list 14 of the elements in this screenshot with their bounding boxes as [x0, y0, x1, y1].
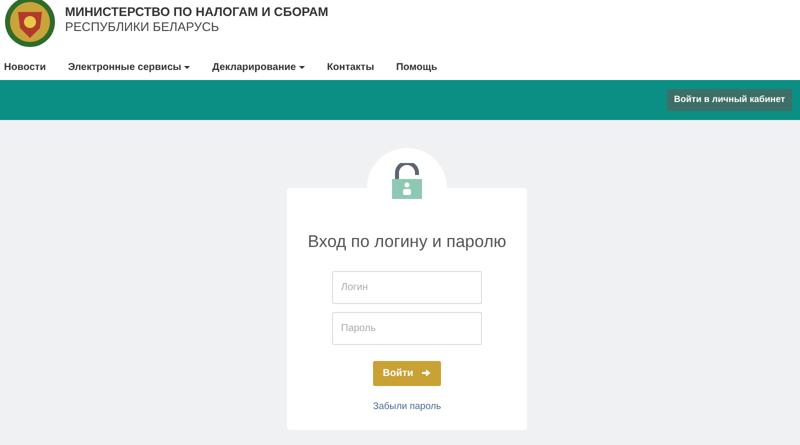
- nav-link[interactable]: Декларирование: [212, 60, 305, 75]
- arrow-icon: [421, 368, 432, 378]
- nav-link[interactable]: Помощь: [396, 60, 438, 75]
- site-title: МИНИСТЕРСТВО ПО НАЛОГАМ И СБОРАМ: [65, 5, 328, 20]
- emblem-icon: [4, 0, 56, 48]
- input-field[interactable]: Логин: [332, 270, 482, 304]
- forgot-password-link[interactable]: Забыли пароль: [372, 400, 442, 414]
- input-field[interactable]: Пароль: [332, 312, 482, 344]
- login-title: Вход по логину и паролю: [308, 231, 506, 253]
- nav-link[interactable]: Новости: [4, 60, 46, 75]
- nav-link[interactable]: Контакты: [326, 60, 374, 75]
- site-subtitle: РЕСПУБЛИКИ БЕЛАРУСЬ: [65, 20, 220, 35]
- cabinet-button[interactable]: Войти в личный кабинет: [667, 89, 792, 111]
- nav-link[interactable]: Электронные сервисы: [68, 60, 190, 75]
